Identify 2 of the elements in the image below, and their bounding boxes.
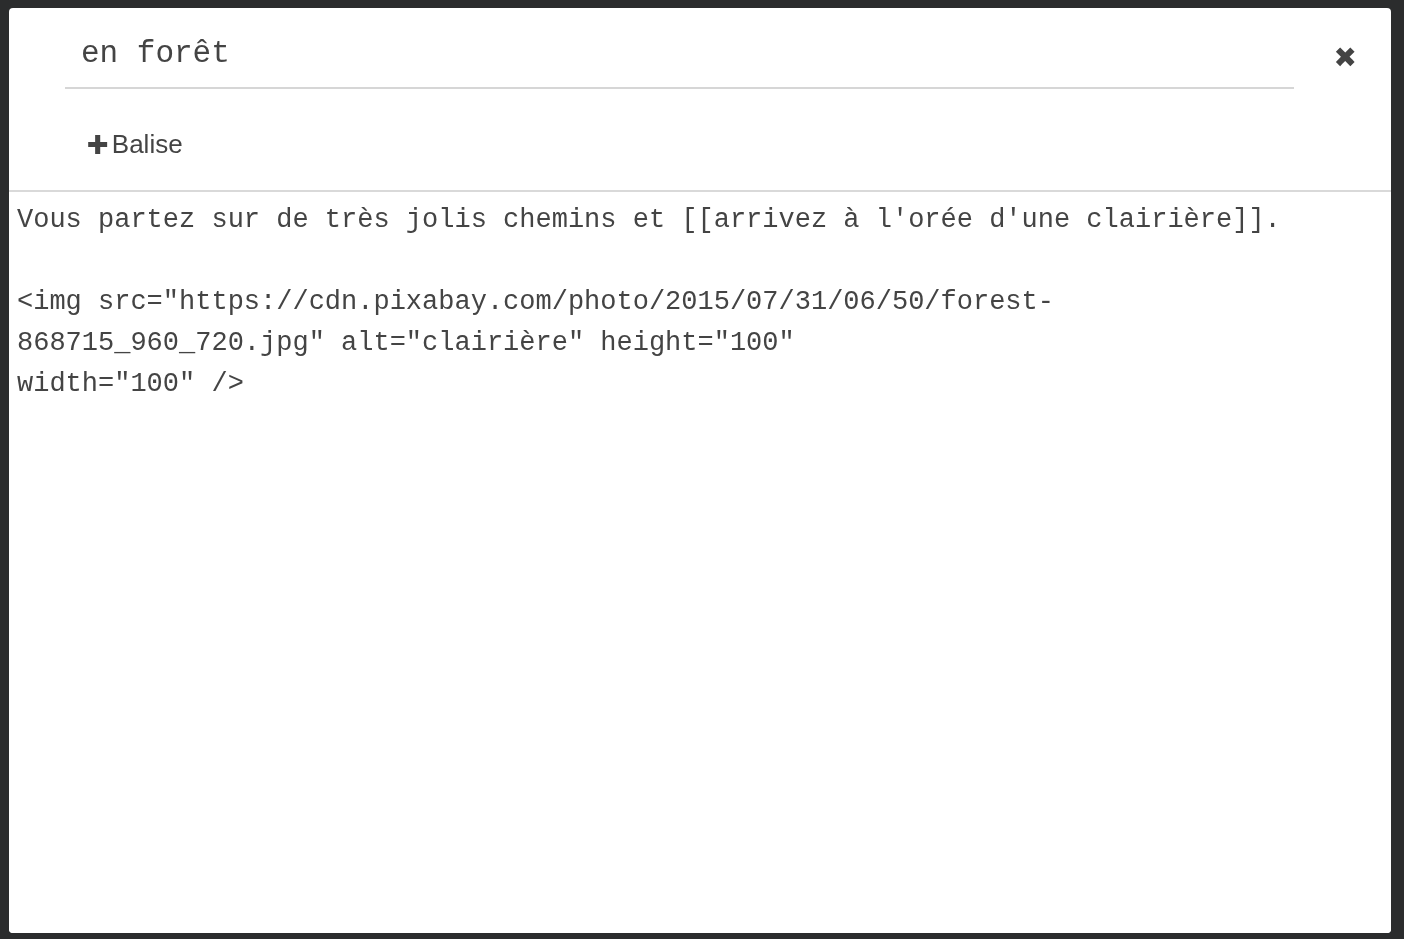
add-tag-button[interactable]: ✚Balise [87,129,183,160]
close-button[interactable]: ✖ [1329,36,1361,80]
